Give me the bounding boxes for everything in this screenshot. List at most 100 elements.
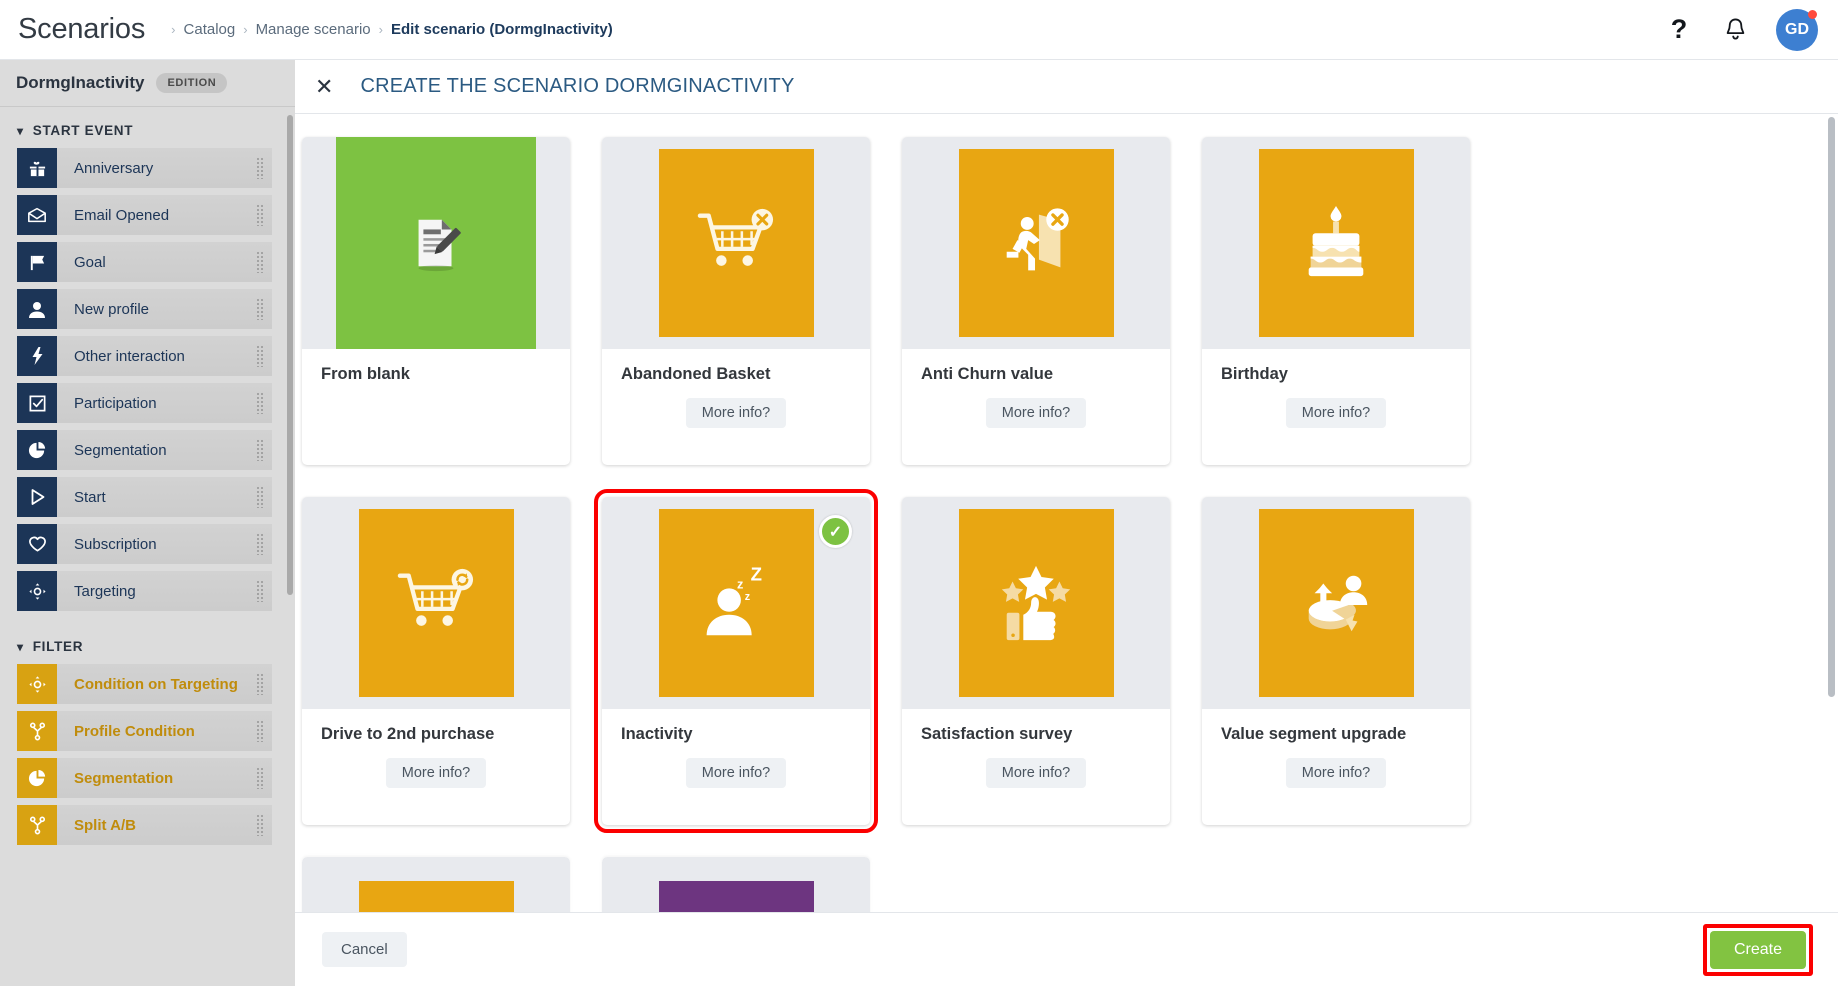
palette-item-other-interaction[interactable]: Other interaction [17,336,272,376]
avatar[interactable]: GD [1776,8,1818,51]
check-circle-icon: ✓ [819,515,852,548]
breadcrumb-item-edit-scenario[interactable]: Edit scenario (DormgInactivity) [391,21,613,38]
card-thumbnail [602,137,870,349]
template-card-drive-to-2nd-purchase[interactable]: Drive to 2nd purchase More info? [302,497,570,825]
palette-item-subscription[interactable]: Subscription [17,524,272,564]
more-info-button[interactable]: More info? [685,758,787,788]
palette-item-condition-on-targeting[interactable]: Condition on Targeting [17,664,272,704]
drag-handle-icon[interactable] [256,814,265,836]
card-body: Value segment upgrade More info? [1202,709,1470,788]
thumbnail-tile [358,509,514,697]
sidebar-group-label: START EVENT [32,123,134,138]
bell-icon[interactable] [1720,15,1750,45]
palette-item-anniversary[interactable]: Anniversary [17,148,272,188]
more-info-button[interactable]: More info? [1285,398,1387,428]
palette-item-new-profile[interactable]: New profile [17,289,272,329]
template-card-satisfaction-survey[interactable]: Satisfaction survey More info? [902,497,1170,825]
palette-item-targeting[interactable]: Targeting [17,571,272,611]
card-actions: More info? [621,398,870,428]
palette-item-label: Other interaction [74,347,185,365]
card-body: From blank [302,349,570,384]
thumbnail-tile: Z z z [658,509,814,697]
drag-handle-icon[interactable] [256,673,265,695]
header-actions: ? GD [1664,8,1818,51]
card-thumbnail [302,497,570,709]
drag-handle-icon[interactable] [256,392,265,414]
template-card-birthday[interactable]: Birthday More info? [1202,137,1470,465]
cart-refresh-icon [397,568,474,626]
sidebar-group-filter[interactable]: ▾ FILTER [0,629,295,664]
card-body: Anti Churn value More info? [902,349,1170,428]
drag-handle-icon[interactable] [256,486,265,508]
palette-item-label: Email Opened [74,206,170,224]
sidebar-palette-scroll[interactable]: ▾ START EVENT Anniversary Email Opened G… [0,107,295,986]
page-title: CREATE THE SCENARIO DORMGINACTIVITY [360,75,795,97]
sidebar-group-start-event[interactable]: ▾ START EVENT [0,113,295,148]
drag-handle-icon[interactable] [256,157,265,179]
sidebar-scrollbar[interactable] [287,115,293,595]
open-envelope-icon [17,195,57,235]
card-title: Satisfaction survey [921,725,1073,743]
card-actions: More info? [1221,758,1470,788]
sidebar-group-label: FILTER [32,639,84,654]
drag-handle-icon[interactable] [256,767,265,789]
checkbox-icon [17,383,57,423]
card-body: Birthday More info? [1202,349,1470,428]
running-exit-cancel-icon [1006,208,1069,271]
drag-handle-icon[interactable] [256,204,265,226]
palette-item-participation[interactable]: Participation [17,383,272,423]
palette-item-start[interactable]: Start [17,477,272,517]
cancel-button[interactable]: Cancel [322,932,407,967]
pie-chart-icon [17,758,57,798]
drag-handle-icon[interactable] [256,251,265,273]
template-card-partial[interactable] [302,857,570,917]
cart-cancel-icon [697,208,774,266]
palette-item-profile-condition[interactable]: Profile Condition [17,711,272,751]
play-triangle-icon [17,477,57,517]
card-actions: More info? [621,758,870,788]
panel-scrollbar[interactable] [1828,117,1835,697]
card-actions: More info? [321,758,570,788]
card-thumbnail [902,137,1170,349]
palette-item-goal[interactable]: Goal [17,242,272,282]
panel-header: ✕ CREATE THE SCENARIO DORMGINACTIVITY [295,60,1838,114]
drag-handle-icon[interactable] [256,298,265,320]
more-info-button[interactable]: More info? [1285,758,1387,788]
palette-item-email-opened[interactable]: Email Opened [17,195,272,235]
create-button[interactable]: Create [1709,930,1806,969]
palette-item-segmentation-filter[interactable]: Segmentation [17,758,272,798]
drag-handle-icon[interactable] [256,720,265,742]
drag-handle-icon[interactable] [256,439,265,461]
thumbs-up-stars-icon [1001,565,1071,641]
more-info-button[interactable]: More info? [385,758,487,788]
template-card-abandoned-basket[interactable]: Abandoned Basket More info? [602,137,870,465]
template-card-partial[interactable] [602,857,870,917]
template-card-inactivity[interactable]: ✓ Z z z Inactivity More info? [594,489,878,833]
template-card-value-segment-upgrade[interactable]: Value segment upgrade More info? [1202,497,1470,825]
close-x-icon[interactable]: ✕ [315,75,333,98]
document-pencil-icon [418,219,461,272]
palette-item-label: Subscription [74,535,157,553]
flag-icon [17,242,57,282]
template-card-from-blank[interactable]: From blank [302,137,570,465]
palette-item-segmentation[interactable]: Segmentation [17,430,272,470]
create-scenario-panel: ✕ CREATE THE SCENARIO DORMGINACTIVITY Fr… [295,60,1838,986]
more-info-button[interactable]: More info? [985,758,1087,788]
palette-item-split-ab[interactable]: Split A/B [17,805,272,845]
drag-handle-icon[interactable] [256,345,265,367]
svg-text:Z: Z [751,563,762,584]
more-info-button[interactable]: More info? [685,398,787,428]
template-card-anti-churn-value[interactable]: Anti Churn value More info? [902,137,1170,465]
breadcrumb-item-catalog[interactable]: Catalog [184,21,236,38]
template-card-grid-row-partial [295,857,1838,917]
help-question-icon[interactable]: ? [1664,15,1694,45]
pie-upgrade-icon [1308,575,1368,632]
drag-handle-icon[interactable] [256,533,265,555]
card-body: Satisfaction survey More info? [902,709,1170,788]
card-title: Value segment upgrade [1221,725,1407,743]
card-actions: More info? [921,398,1170,428]
drag-handle-icon[interactable] [256,580,265,602]
template-gallery[interactable]: From blank Abandoned Basket More info? A… [295,114,1838,980]
breadcrumb-item-manage-scenario[interactable]: Manage scenario [256,21,371,38]
more-info-button[interactable]: More info? [985,398,1087,428]
